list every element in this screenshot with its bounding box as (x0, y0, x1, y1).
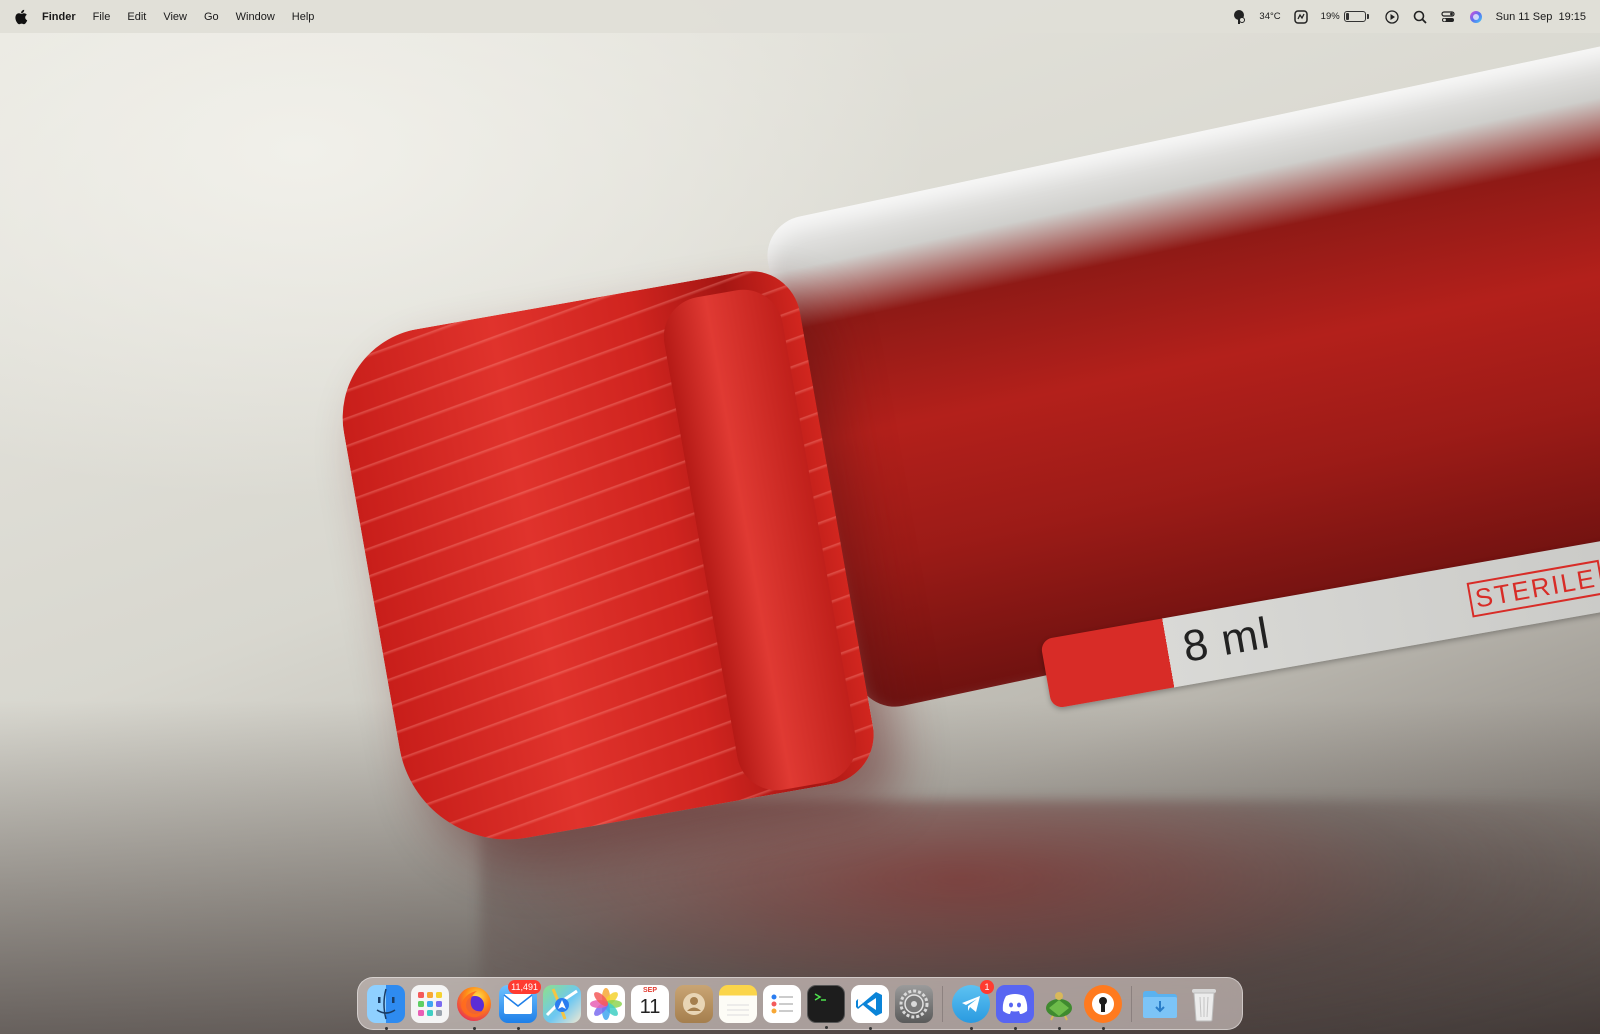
dock-trash[interactable] (1185, 985, 1223, 1023)
dock-finder[interactable] (367, 984, 405, 1030)
vscode-icon (856, 991, 882, 1016)
menu-file[interactable]: File (93, 11, 111, 23)
dock: 11,491 SEP 11 1 (357, 977, 1243, 1030)
contacts-icon (683, 992, 705, 1015)
battery-percent[interactable]: 19% (1321, 11, 1340, 22)
dock-contacts[interactable] (675, 984, 713, 1023)
dock-keyhole-app[interactable] (1084, 984, 1122, 1030)
wallpaper-label-brand: STERILE (1466, 559, 1600, 618)
maps-icon (545, 987, 578, 1020)
running-indicator (1057, 1026, 1061, 1030)
dock-maps[interactable] (543, 984, 581, 1023)
battery-fill (1345, 13, 1350, 20)
dock-telegram[interactable]: 1 (952, 979, 994, 1030)
trash-icon (1192, 988, 1216, 1021)
running-indicator (1013, 1026, 1017, 1030)
spotlight-search-icon[interactable] (1412, 9, 1428, 25)
mail-unread-badge: 11,491 (508, 979, 541, 994)
dock-launchpad[interactable] (411, 984, 449, 1023)
now-playing-icon[interactable] (1384, 9, 1400, 25)
photos-icon (590, 987, 622, 1020)
dock-reminders[interactable] (763, 984, 801, 1023)
dock-system-preferences[interactable] (895, 984, 933, 1023)
menu-go[interactable]: Go (204, 11, 219, 23)
apple-menu-icon[interactable] (14, 9, 28, 25)
downloads-folder-icon (1143, 990, 1177, 1018)
dock-separator (1131, 985, 1132, 1022)
launchpad-icon (418, 991, 442, 1016)
terminal-icon (814, 992, 826, 1001)
menu-help[interactable]: Help (292, 11, 315, 23)
calendar-day: 11 (639, 995, 661, 1018)
dock-discord[interactable] (996, 984, 1034, 1030)
menu-edit[interactable]: Edit (127, 11, 146, 23)
calendar-icon: SEP 11 (631, 985, 669, 1023)
weather-tree-icon[interactable] (1231, 9, 1247, 25)
dock-firefox[interactable] (455, 985, 493, 1030)
menu-app-name[interactable]: Finder (42, 11, 76, 23)
menu-bar: Finder File Edit View Go Window Help 34°… (0, 0, 1600, 33)
dock-photos[interactable] (587, 984, 625, 1023)
telegram-icon (962, 995, 980, 1012)
reminders-icon (771, 994, 793, 1013)
temperature-readout[interactable]: 34°C (1259, 11, 1280, 22)
running-indicator (969, 1026, 973, 1030)
finder-icon (376, 988, 396, 1019)
calendar-month: SEP (642, 986, 657, 994)
system-preferences-icon (899, 989, 929, 1018)
desktop[interactable]: 8 ml STERILE Finder File Edit View Go Wi… (0, 0, 1600, 1034)
dock-calendar[interactable]: SEP 11 (631, 984, 669, 1023)
menu-window[interactable]: Window (236, 11, 275, 23)
discord-icon (1002, 993, 1028, 1014)
firefox-icon (457, 986, 491, 1021)
running-indicator (516, 1026, 520, 1030)
dock-separator (942, 985, 943, 1022)
notes-icon (727, 1004, 749, 1015)
running-indicator (824, 1025, 828, 1029)
telegram-unread-badge: 1 (980, 979, 994, 994)
control-center-icon[interactable] (1440, 9, 1456, 25)
turtle-app-icon (1046, 991, 1072, 1020)
running-indicator (384, 1026, 388, 1030)
battery-icon[interactable] (1343, 11, 1369, 22)
clock[interactable]: Sun 11 Sep 19:15 (1496, 11, 1586, 23)
dock-turtle-app[interactable] (1040, 985, 1078, 1030)
menu-view[interactable]: View (163, 11, 187, 23)
keyhole-app-icon (1092, 992, 1114, 1015)
dock-terminal[interactable] (807, 984, 845, 1029)
cpu-monitor-icon[interactable] (1293, 9, 1309, 25)
running-indicator (868, 1026, 872, 1030)
dock-mail[interactable]: 11,491 (499, 979, 541, 1030)
wallpaper-label-text: 8 ml (1179, 608, 1274, 672)
dock-vscode[interactable] (851, 984, 889, 1030)
dock-notes[interactable] (719, 984, 757, 1023)
running-indicator (1101, 1026, 1105, 1030)
running-indicator (472, 1026, 476, 1030)
mail-icon (503, 993, 533, 1014)
dock-downloads-folder[interactable] (1141, 985, 1179, 1023)
siri-icon[interactable] (1468, 9, 1484, 25)
